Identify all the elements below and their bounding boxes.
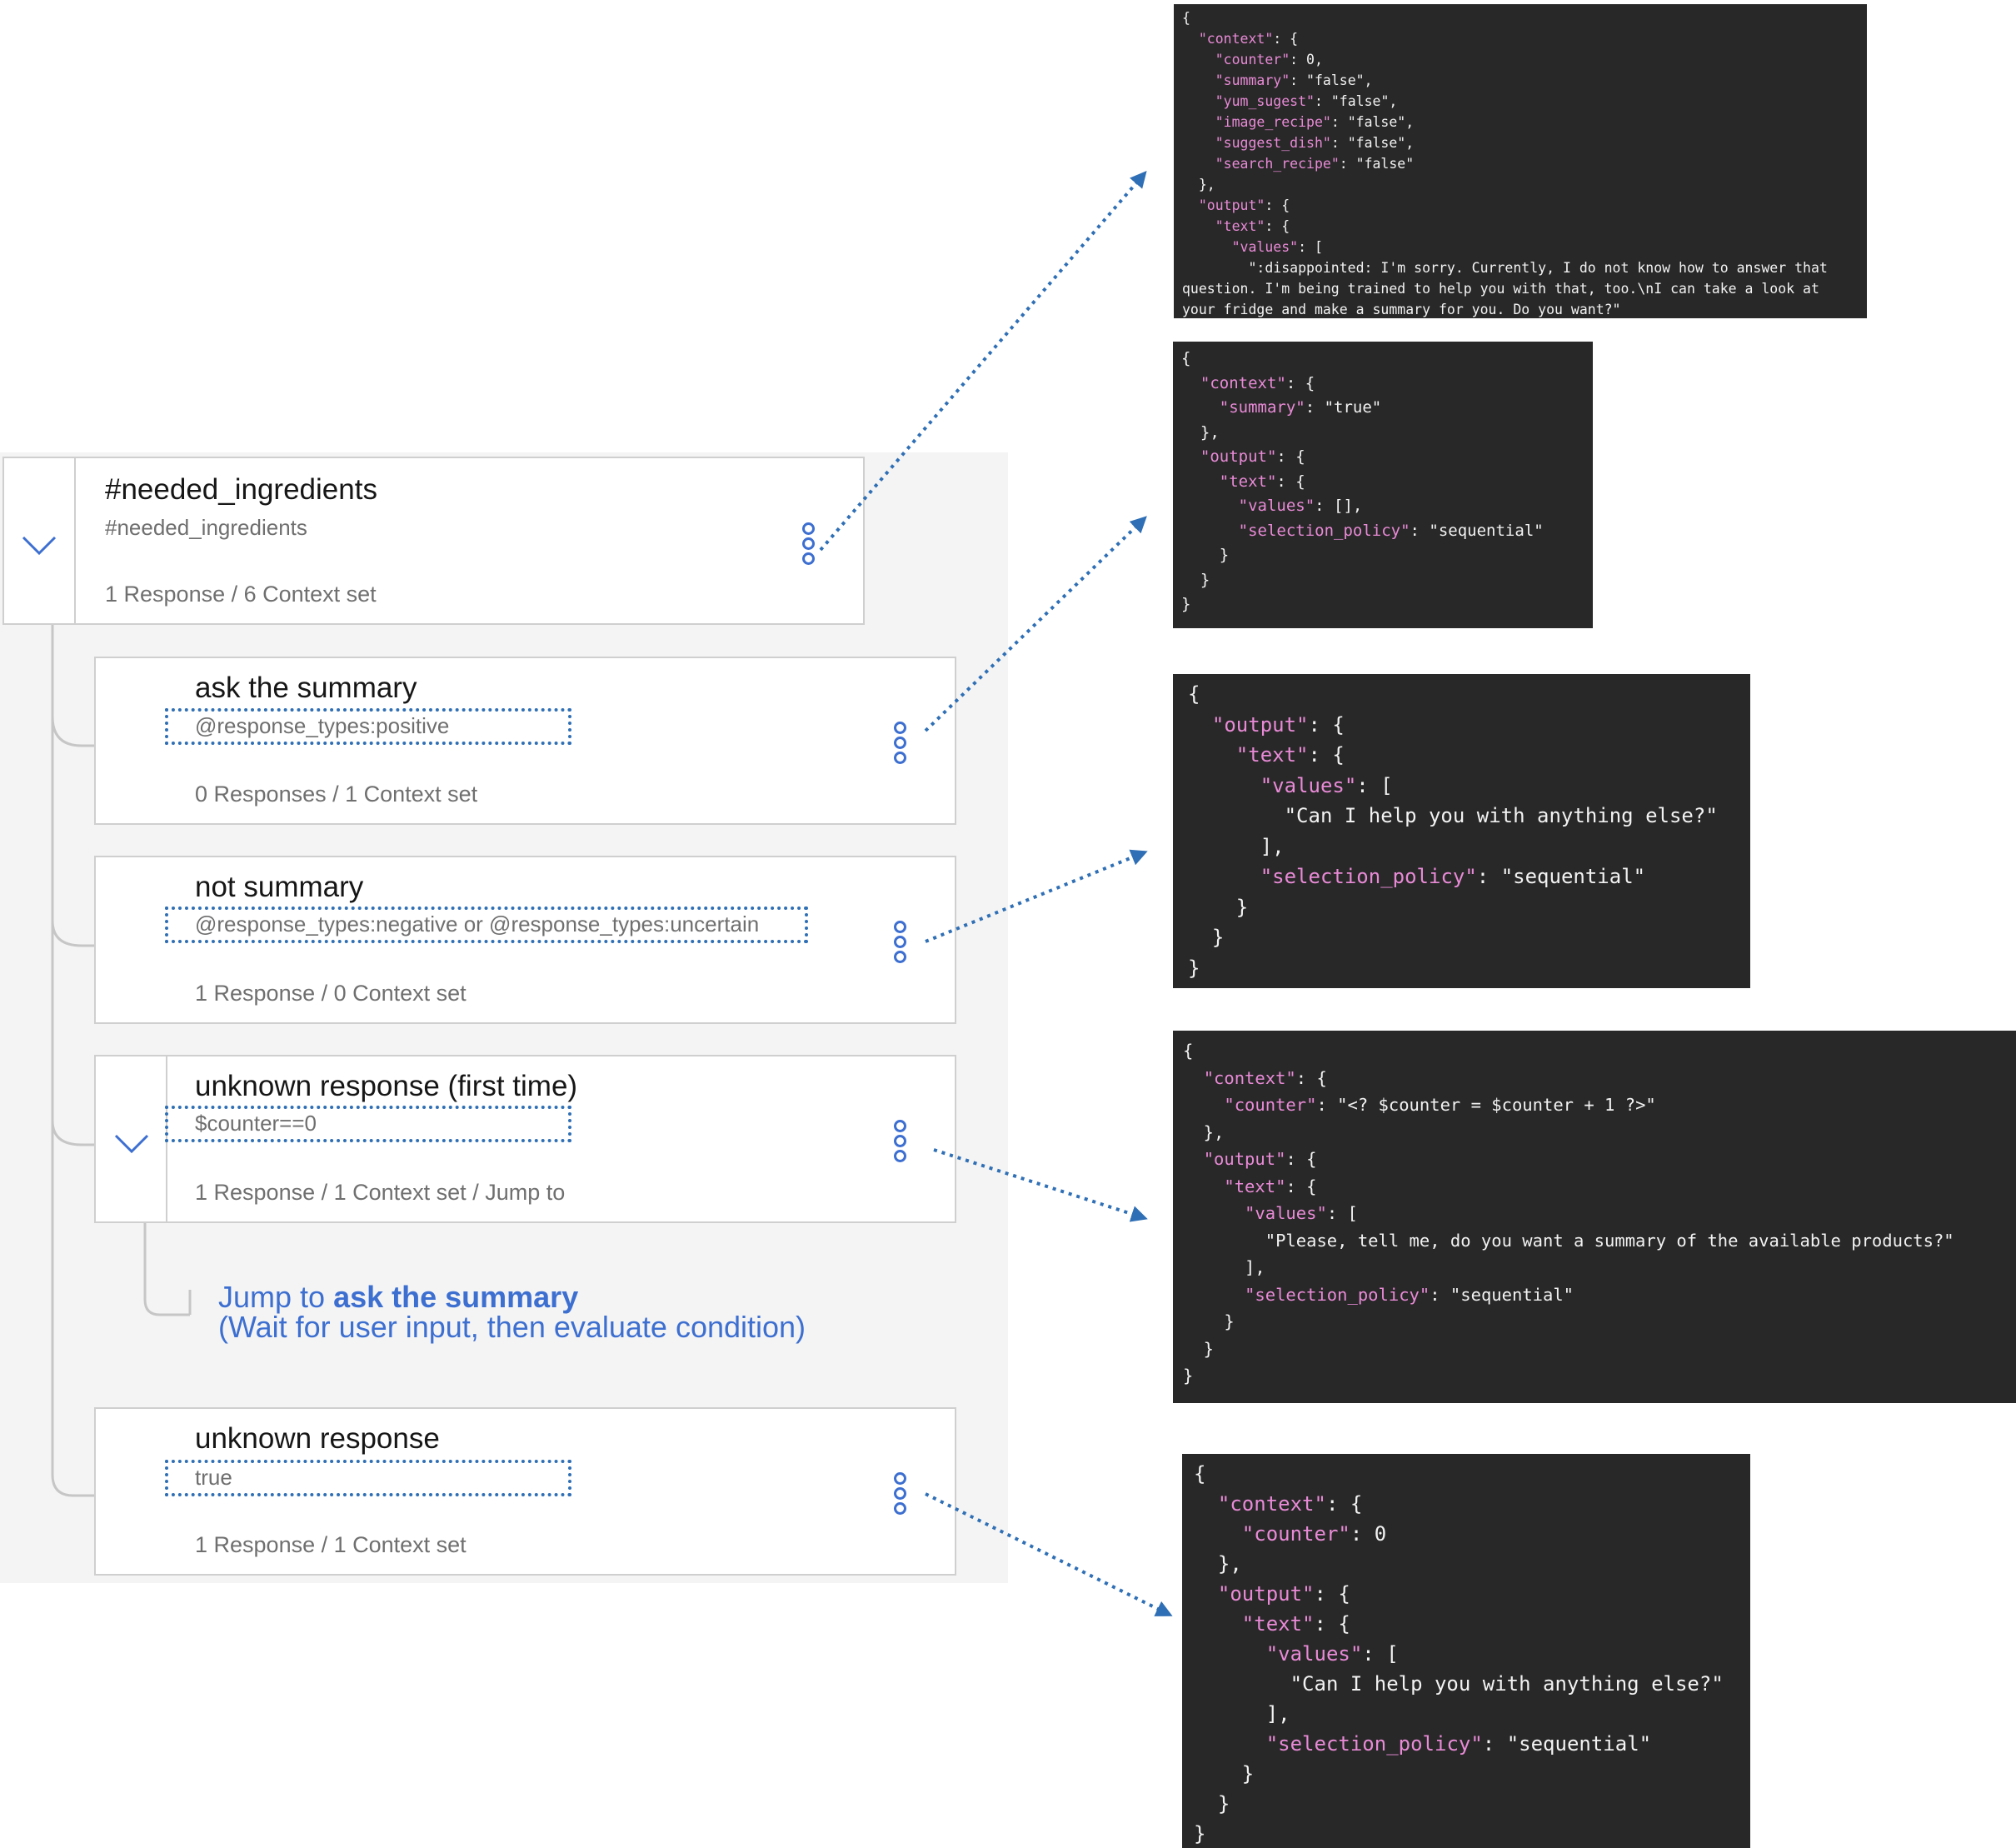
arrow-node2-to-block2 [924, 516, 1147, 732]
mapping-arrows [819, 170, 1173, 1616]
arrow-node3-to-block3 [925, 849, 1148, 943]
arrow-node5-to-block5 [925, 1492, 1173, 1616]
arrow-node1-to-block1 [819, 170, 1147, 552]
arrow-node4-to-block4 [933, 1148, 1148, 1222]
